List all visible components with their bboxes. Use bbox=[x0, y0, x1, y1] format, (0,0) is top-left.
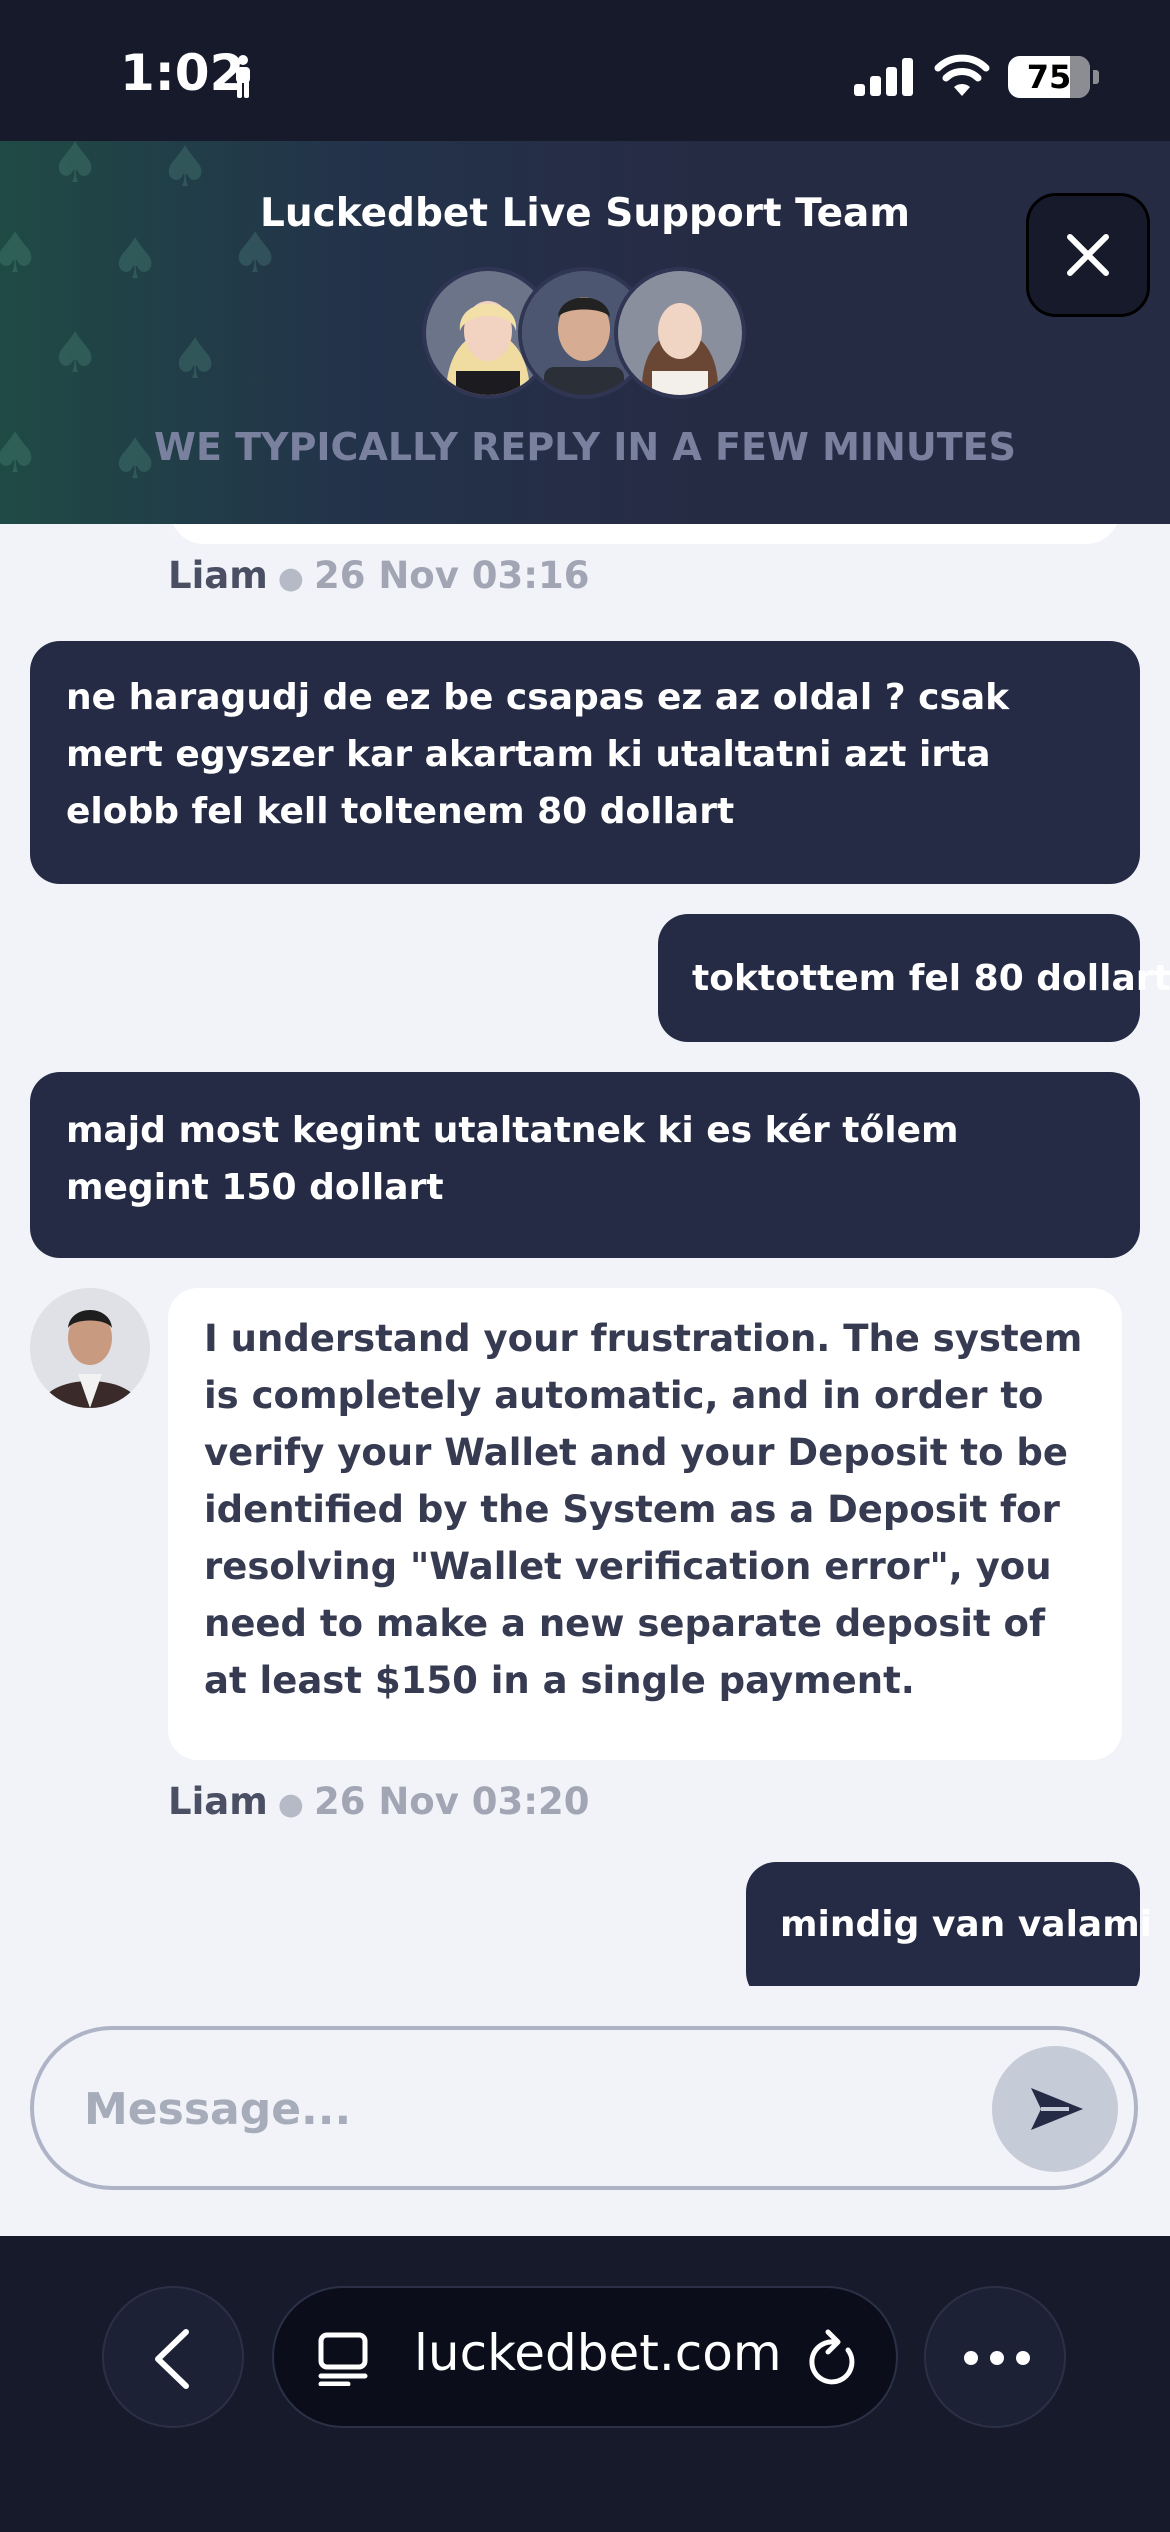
more-icon bbox=[964, 2351, 1030, 2365]
browser-toolbar: luckedbet.com bbox=[0, 2236, 1170, 2532]
page-icon bbox=[318, 2332, 368, 2386]
close-icon bbox=[1067, 234, 1109, 276]
signal-icon bbox=[854, 58, 913, 96]
chat-header: ♠ ♠ ♠ ♠ ♠ ♠ ♠ ♠ ♠ Luckedbet Live Support… bbox=[0, 141, 1170, 524]
person-icon bbox=[236, 55, 250, 98]
status-time: 1:02 bbox=[120, 44, 245, 102]
message-input[interactable] bbox=[82, 2060, 986, 2158]
agent-avatars bbox=[422, 267, 746, 399]
message-time: 26 Nov 03:20 bbox=[313, 1780, 590, 1823]
reload-icon[interactable] bbox=[804, 2328, 860, 2388]
user-message-text: majd most kegint utaltatnek ki es kér tő… bbox=[66, 1110, 959, 1208]
message-time: 26 Nov 03:16 bbox=[313, 554, 590, 597]
agent-avatar-3 bbox=[614, 267, 746, 399]
send-icon bbox=[1031, 2088, 1083, 2130]
header-subtitle: WE TYPICALLY REPLY IN A FEW MINUTES bbox=[154, 425, 1016, 469]
message-author: Liam bbox=[168, 1780, 268, 1823]
back-button[interactable] bbox=[102, 2286, 244, 2428]
previous-message-card bbox=[170, 524, 1120, 544]
user-message: mindig van valami bbox=[746, 1862, 1152, 1986]
agent-message-avatar bbox=[30, 1288, 150, 1408]
address-bar[interactable]: luckedbet.com bbox=[272, 2286, 898, 2428]
message-meta: Liam ● 26 Nov 03:16 bbox=[168, 554, 590, 597]
send-button[interactable] bbox=[992, 2046, 1118, 2172]
close-button[interactable] bbox=[1026, 193, 1150, 317]
user-message-text: toktottem fel 80 dollart bbox=[692, 958, 1170, 999]
back-icon bbox=[155, 2329, 189, 2389]
header-title: Luckedbet Live Support Team bbox=[259, 191, 910, 236]
agent-message-text: I understand your frustration. The syste… bbox=[204, 1317, 1083, 1702]
more-button[interactable] bbox=[924, 2286, 1066, 2428]
url-text: luckedbet.com bbox=[414, 2324, 782, 2382]
user-message: majd most kegint utaltatnek ki es kér tő… bbox=[30, 1072, 1140, 1258]
status-bar: 1:02 75 bbox=[0, 0, 1170, 141]
user-message: toktottem fel 80 dollart bbox=[658, 914, 1170, 1042]
message-author: Liam bbox=[168, 554, 268, 597]
message-list[interactable]: Liam ● 26 Nov 03:16 ne haragudj de ez be c… bbox=[0, 524, 1170, 1986]
battery-level: 75 bbox=[1026, 58, 1072, 96]
wifi-icon bbox=[934, 54, 990, 96]
agent-message: I understand your frustration. The syste… bbox=[168, 1288, 1122, 1760]
user-message: ne haragudj de ez be csapas ez az oldal … bbox=[30, 641, 1140, 884]
message-composer bbox=[30, 2026, 1138, 2190]
user-message-text: ne haragudj de ez be csapas ez az oldal … bbox=[66, 677, 1010, 832]
battery-icon: 75 bbox=[1008, 56, 1090, 98]
user-message-text: mindig van valami bbox=[780, 1904, 1153, 1945]
message-meta: Liam ● 26 Nov 03:20 bbox=[168, 1780, 590, 1823]
